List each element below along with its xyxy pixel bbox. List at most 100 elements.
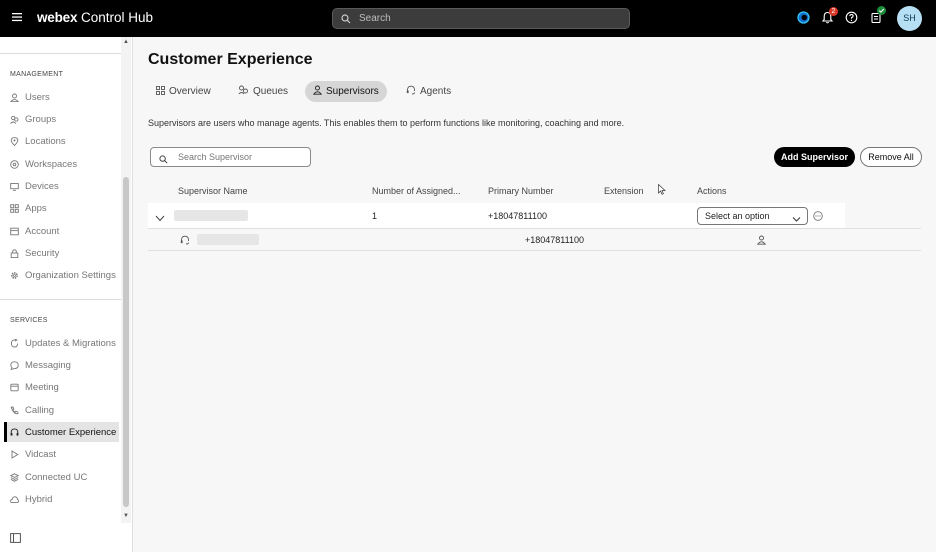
sidebar-item-account[interactable]: Account <box>4 221 119 241</box>
supervisor-search-input[interactable] <box>178 150 306 164</box>
chevron-down-icon <box>792 212 801 228</box>
column-header-extension[interactable]: Extension <box>604 186 644 196</box>
sidebar-item-label: Messaging <box>25 359 71 371</box>
notifications-bell-icon[interactable]: 2 <box>821 7 838 25</box>
customer-experience-icon <box>10 428 19 437</box>
sidebar-item-label: Meeting <box>25 382 59 394</box>
page-title: Customer Experience <box>148 51 313 68</box>
sidebar-divider <box>0 299 121 300</box>
webex-app-icon[interactable] <box>797 11 811 25</box>
cloud-icon <box>10 495 19 504</box>
tab-supervisors[interactable]: Supervisors <box>305 81 387 102</box>
tab-agents[interactable]: Agents <box>398 81 459 102</box>
hamburger-menu-icon[interactable] <box>12 11 24 25</box>
row-divider <box>148 250 921 251</box>
redacted-agent-name <box>197 234 259 245</box>
user-icon <box>9 93 20 102</box>
page-description: Supervisors are users who manage agents.… <box>148 118 625 128</box>
sidebar-item-label: Organization Settings <box>25 270 116 282</box>
sidebar-item-label: Vidcast <box>25 449 56 461</box>
main-content: Customer Experience Overview Queues Supe… <box>133 37 936 552</box>
sidebar-item-customer-experience[interactable]: Customer Experience <box>4 422 119 443</box>
groups-icon <box>10 115 19 124</box>
sidebar-item-locations[interactable]: Locations <box>4 132 119 152</box>
sidebar-item-label: Workspaces <box>25 158 78 170</box>
sidebar-item-updates-migrations[interactable]: Updates & Migrations <box>4 333 119 353</box>
sidebar-item-label: Updates & Migrations <box>25 337 116 349</box>
search-icon <box>341 13 351 27</box>
tab-queues[interactable]: Queues <box>230 81 296 102</box>
sidebar-item-label: Groups <box>25 113 57 125</box>
sidebar-scrollbar[interactable]: ▲ ▼ <box>121 37 131 523</box>
supervisor-user-icon[interactable] <box>756 234 767 248</box>
scrollbar-thumb[interactable] <box>123 177 129 507</box>
gear-icon <box>10 271 19 280</box>
scroll-up-icon[interactable]: ▲ <box>123 39 129 45</box>
help-icon[interactable] <box>845 11 859 25</box>
remove-all-button[interactable]: Remove All <box>860 147 922 167</box>
sidebar-heading-services: SERVICES <box>10 317 48 324</box>
lock-icon <box>10 249 19 258</box>
tab-label: Overview <box>169 86 211 97</box>
sidebar-item-users[interactable]: Users <box>4 87 119 107</box>
add-supervisor-button[interactable]: Add Supervisor <box>774 147 855 167</box>
action-select-value: Select an option <box>705 211 770 221</box>
sidebar-item-connected-uc[interactable]: Connected UC <box>4 467 119 487</box>
sidebar-item-workspaces[interactable]: Workspaces <box>4 154 119 174</box>
tab-overview[interactable]: Overview <box>148 81 219 102</box>
phone-icon <box>10 406 19 415</box>
agent-primary-number: +18047811100 <box>525 235 584 245</box>
sidebar-item-security[interactable]: Security <box>4 243 119 263</box>
app-logo[interactable]: webex Control Hub <box>37 10 153 25</box>
sidebar-item-groups[interactable]: Groups <box>4 109 119 129</box>
sidebar-item-label: Calling <box>25 404 55 416</box>
more-options-icon[interactable] <box>813 210 823 224</box>
scroll-down-icon[interactable]: ▼ <box>123 513 129 519</box>
location-pin-icon <box>10 137 19 147</box>
sidebar-item-calling[interactable]: Calling <box>4 400 119 420</box>
sidebar-item-hybrid[interactable]: Hybrid <box>4 489 119 509</box>
stack-icon <box>9 472 20 482</box>
global-search-input[interactable] <box>359 11 619 26</box>
workspace-icon <box>10 159 19 169</box>
expand-row-chevron-icon[interactable] <box>155 211 165 225</box>
sidebar-item-label: Customer Experience <box>25 426 117 438</box>
sidebar-item-label: Apps <box>25 203 47 215</box>
action-select[interactable]: Select an option <box>697 207 808 225</box>
tab-label: Agents <box>420 86 452 97</box>
sidebar: MANAGEMENT Users Groups Locations Workspace… <box>0 37 133 552</box>
notification-count-badge: 2 <box>829 7 838 16</box>
user-avatar[interactable]: SH <box>897 6 922 31</box>
column-header-supervisor-name[interactable]: Supervisor Name <box>178 186 248 196</box>
task-list-icon[interactable] <box>870 6 886 25</box>
column-header-primary-number[interactable]: Primary Number <box>488 186 554 196</box>
sidebar-item-messaging[interactable]: Messaging <box>4 355 119 375</box>
sidebar-item-devices[interactable]: Devices <box>4 176 119 196</box>
supervisor-search[interactable] <box>150 147 311 167</box>
tab-label: Supervisors <box>326 86 379 97</box>
grid-icon <box>156 85 165 98</box>
status-check-badge <box>877 6 886 15</box>
sidebar-item-vidcast[interactable]: Vidcast <box>4 445 119 465</box>
account-icon <box>10 227 19 236</box>
refresh-icon <box>10 338 19 348</box>
device-icon <box>10 182 19 191</box>
sidebar-heading-management: MANAGEMENT <box>10 71 64 78</box>
sidebar-item-organization-settings[interactable]: Organization Settings <box>4 266 119 286</box>
collapse-sidebar-icon[interactable] <box>10 532 21 546</box>
meeting-icon <box>10 383 19 392</box>
headset-icon <box>406 85 416 98</box>
sidebar-item-label: Devices <box>25 180 59 192</box>
sidebar-item-label: Connected UC <box>25 471 88 483</box>
supervisor-icon <box>312 85 323 98</box>
global-search[interactable] <box>332 8 630 29</box>
sidebar-item-apps[interactable]: Apps <box>4 199 119 219</box>
redacted-supervisor-name <box>174 210 248 221</box>
sidebar-item-meeting[interactable]: Meeting <box>4 378 119 398</box>
row-divider <box>148 228 921 229</box>
assigned-count: 1 <box>372 211 378 221</box>
column-header-assigned[interactable]: Number of Assigned... <box>372 186 461 196</box>
sidebar-item-label: Security <box>25 247 60 259</box>
agent-headset-icon <box>180 234 190 248</box>
chat-icon <box>10 361 19 370</box>
